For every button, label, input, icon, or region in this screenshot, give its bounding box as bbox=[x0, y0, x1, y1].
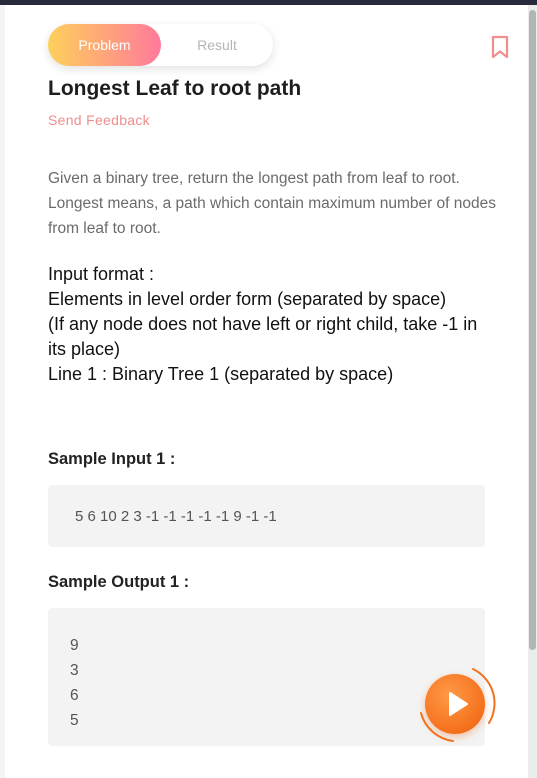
run-button-circle[interactable] bbox=[425, 674, 485, 734]
send-feedback-link[interactable]: Send Feedback bbox=[48, 112, 150, 128]
play-icon bbox=[449, 692, 468, 716]
input-format-line: Elements in level order form (separated … bbox=[48, 289, 447, 309]
sample-input-label: Sample Input 1 : bbox=[48, 450, 176, 468]
input-format: Input format : Elements in level order f… bbox=[48, 262, 488, 387]
run-button[interactable] bbox=[413, 661, 499, 747]
sample-input-box: 5 6 10 2 3 -1 -1 -1 -1 -1 9 -1 -1 bbox=[48, 485, 485, 547]
bookmark-button[interactable] bbox=[489, 35, 511, 59]
problem-description: Given a binary tree, return the longest … bbox=[48, 170, 497, 237]
sample-output-label: Sample Output 1 : bbox=[48, 573, 190, 591]
sample-output-values: 9 3 6 5 bbox=[70, 633, 79, 733]
problem-panel: Problem Result Longest Leaf to root path… bbox=[5, 5, 528, 778]
input-format-line: Input format : bbox=[48, 264, 155, 284]
sample-output-line: 6 bbox=[70, 687, 79, 704]
tab-problem[interactable]: Problem bbox=[48, 24, 161, 66]
tab-switcher: Problem Result bbox=[48, 24, 273, 66]
input-format-line: Line 1 : Binary Tree 1 (separated by spa… bbox=[48, 364, 394, 384]
problem-title: Longest Leaf to root path bbox=[48, 77, 302, 100]
input-format-line: (If any node does not have left or right… bbox=[48, 314, 478, 359]
scrollbar-thumb[interactable] bbox=[529, 10, 536, 650]
sample-output-line: 3 bbox=[70, 662, 79, 679]
tab-result[interactable]: Result bbox=[161, 24, 273, 66]
sample-output-line: 5 bbox=[70, 712, 79, 729]
bookmark-icon bbox=[491, 35, 509, 59]
sample-output-line: 9 bbox=[70, 637, 79, 654]
sample-input-value: 5 6 10 2 3 -1 -1 -1 -1 -1 9 -1 -1 bbox=[75, 508, 277, 525]
